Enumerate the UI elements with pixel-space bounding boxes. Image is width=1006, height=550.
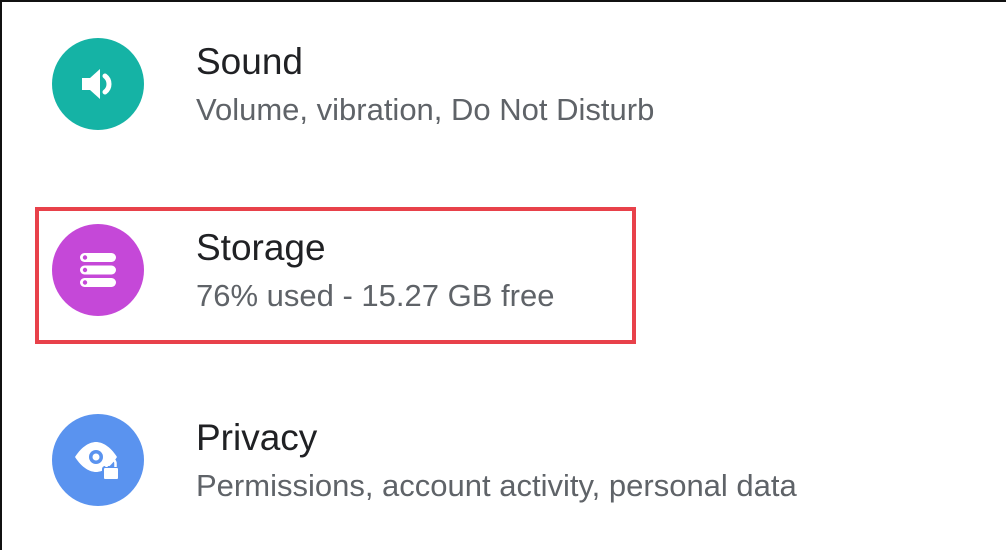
settings-item-title: Storage xyxy=(196,227,326,268)
storage-icon-circle xyxy=(52,224,144,316)
sound-icon-circle xyxy=(52,38,144,130)
settings-item-text: Privacy Permissions, account activity, p… xyxy=(196,416,797,506)
settings-item-text: Storage 76% used - 15.27 GB free xyxy=(196,226,554,316)
privacy-icon xyxy=(75,442,120,481)
privacy-icon-circle xyxy=(52,414,144,506)
settings-item-subtitle: Volume, vibration, Do Not Disturb xyxy=(196,92,655,127)
settings-item-subtitle: 76% used - 15.27 GB free xyxy=(196,278,555,313)
settings-item-sound[interactable]: Sound Volume, vibration, Do Not Disturb xyxy=(2,14,1006,164)
settings-item-subtitle: Permissions, account activity, personal … xyxy=(196,468,797,503)
storage-icon xyxy=(80,253,116,287)
settings-item-storage[interactable]: Storage 76% used - 15.27 GB free xyxy=(2,200,1006,350)
settings-list: Sound Volume, vibration, Do Not Disturb … xyxy=(0,0,1006,550)
settings-item-text: Sound Volume, vibration, Do Not Disturb xyxy=(196,40,654,130)
settings-item-privacy[interactable]: Privacy Permissions, account activity, p… xyxy=(2,390,1006,540)
settings-item-title: Sound xyxy=(196,41,303,82)
settings-item-title: Privacy xyxy=(196,417,318,458)
volume-icon xyxy=(82,69,112,99)
